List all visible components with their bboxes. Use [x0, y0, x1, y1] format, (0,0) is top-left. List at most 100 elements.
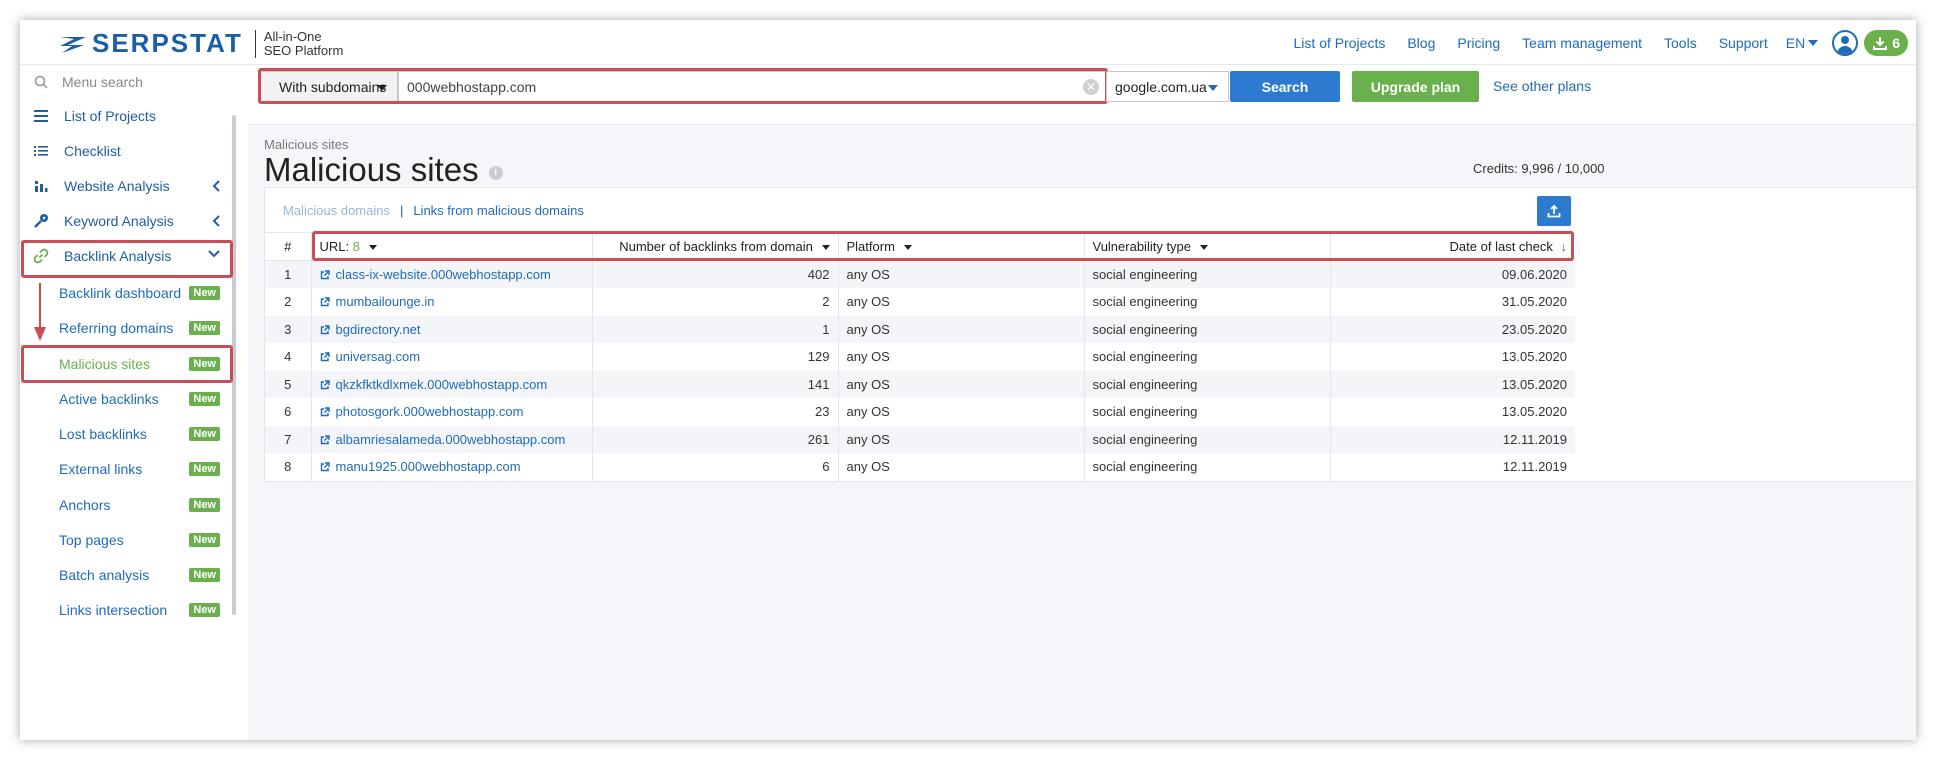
credits-counter: Credits: 9,996 / 10,000 [1473, 161, 1605, 176]
database-select[interactable]: google.com.ua [1106, 71, 1229, 102]
nav-team-management[interactable]: Team management [1522, 35, 1642, 51]
row-vulnerability: social engineering [1083, 288, 1330, 316]
search-icon [34, 75, 48, 89]
row-url-text: universag.com [335, 349, 421, 365]
downloads-count: 6 [1892, 35, 1900, 51]
table-row: 2 mumbailounge.in 2 any OS social engineerin… [265, 288, 1575, 316]
row-index: 6 [284, 404, 292, 420]
annotation-arrow-icon [34, 283, 46, 341]
row-url-text: mumbailounge.in [335, 294, 435, 310]
sidebar-item-list-of-projects[interactable]: List of Projects [20, 98, 232, 134]
row-index: 3 [284, 321, 292, 337]
row-date: 13.05.2020 [1329, 343, 1575, 371]
row-date: 31.05.2020 [1329, 288, 1575, 316]
sidebar-item-checklist[interactable]: Checklist [20, 133, 232, 169]
row-platform: any OS [837, 343, 1084, 371]
row-date: 12.11.2019 [1329, 453, 1575, 481]
sidebar-sub-top-pages[interactable]: Top pages New [20, 523, 232, 557]
tab-separator: | [399, 203, 404, 218]
row-index: 1 [284, 267, 292, 282]
row-url-link[interactable]: manu1925.000webhostapp.com [310, 453, 592, 481]
sidebar-sub-external-links[interactable]: External links New [20, 452, 232, 486]
sidebar-sub-anchors[interactable]: Anchors New [20, 488, 232, 522]
sidebar: Menu search List of Projects Checklist W… [20, 65, 238, 740]
see-other-plans-link[interactable]: See other plans [1493, 78, 1591, 94]
row-url-link[interactable]: albamriesalameda.000webhostapp.com [310, 425, 592, 453]
row-platform: any OS [837, 288, 1084, 316]
sidebar-sub-batch-analysis[interactable]: Batch analysis New [20, 558, 232, 592]
row-platform: any OS [837, 315, 1084, 343]
row-index: 2 [284, 294, 292, 310]
row-vulnerability: social engineering [1083, 260, 1330, 288]
nav-blog[interactable]: Blog [1407, 35, 1435, 51]
logo-divider [254, 29, 256, 58]
row-date: 09.06.2020 [1329, 260, 1575, 288]
sub-item-label: Referring domains [59, 320, 174, 336]
downloads-button[interactable]: 6 [1864, 30, 1908, 56]
sidebar-sub-links-intersection[interactable]: Links intersection New [20, 593, 232, 627]
row-url-link[interactable]: universag.com [310, 343, 592, 371]
external-link-icon [320, 435, 330, 444]
sidebar-sub-active-backlinks[interactable]: Active backlinks New [20, 382, 232, 416]
bar-chart-icon [32, 177, 50, 195]
sidebar-item-website-analysis[interactable]: Website Analysis [20, 168, 232, 204]
row-platform: any OS [837, 260, 1084, 288]
row-index: 4 [284, 349, 292, 365]
new-badge: New [189, 427, 220, 441]
sidebar-sub-referring-domains[interactable]: Referring domains New [20, 311, 232, 345]
chevron-down-icon [1808, 40, 1819, 46]
main-content: With subdomains 000webhostapp.com ✕ goog… [248, 65, 1916, 740]
info-icon[interactable]: i [488, 166, 503, 180]
table-row: 1 class-ix-website.000webhostapp.com 402 an… [265, 260, 1575, 288]
tab-links-from-malicious-domains[interactable]: Links from malicious domains [413, 203, 584, 218]
col-index: # [265, 232, 311, 261]
row-backlinks: 141 [591, 370, 838, 398]
sidebar-sub-lost-backlinks[interactable]: Lost backlinks New [20, 417, 232, 451]
search-button[interactable]: Search [1230, 71, 1340, 102]
malicious-links-table: # URL: 8 Number of backlinks from domain… [265, 232, 1575, 481]
row-vulnerability: social engineering [1083, 315, 1330, 343]
chevron-left-icon [212, 180, 220, 192]
sub-item-label: Batch analysis [59, 567, 150, 583]
upload-icon [1547, 204, 1561, 218]
chevron-down-icon [1208, 85, 1218, 91]
upgrade-plan-button[interactable]: Upgrade plan [1352, 71, 1479, 102]
export-button[interactable] [1537, 196, 1571, 226]
table-row: 3 bgdirectory.net 1 any OS social engineerin… [265, 315, 1575, 343]
sidebar-sub-backlink-dashboard[interactable]: Backlink dashboard New [20, 276, 232, 310]
row-url-link[interactable]: mumbailounge.in [310, 288, 592, 316]
top-header: SERPSTAT All-in-One SEO Platform List of… [20, 20, 1916, 65]
external-link-icon [320, 325, 330, 334]
table-row: 6 photosgork.000webhostapp.com 23 any OS soc… [265, 398, 1575, 426]
user-avatar-icon[interactable] [1832, 30, 1859, 56]
row-url-link[interactable]: photosgork.000webhostapp.com [310, 398, 592, 426]
table-row: 4 universag.com 129 any OS social engineerin… [265, 343, 1575, 371]
serpstat-logo[interactable]: SERPSTAT All-in-One SEO Platform [58, 28, 343, 59]
nav-tools[interactable]: Tools [1664, 35, 1697, 51]
row-url-link[interactable]: class-ix-website.000webhostapp.com [310, 260, 592, 288]
language-selector[interactable]: EN [1786, 35, 1819, 51]
row-vulnerability: social engineering [1083, 425, 1330, 453]
new-badge: New [189, 498, 220, 512]
tab-malicious-domains[interactable]: Malicious domains [283, 203, 390, 218]
page-title: Malicious sites i [264, 151, 503, 189]
row-url-link[interactable]: qkzkfktkdlxmek.000webhostapp.com [310, 370, 592, 398]
search-bar: With subdomains 000webhostapp.com ✕ goog… [248, 65, 1916, 125]
external-link-icon [320, 297, 330, 307]
sidebar-item-keyword-analysis[interactable]: Keyword Analysis [20, 203, 232, 239]
sidebar-item-label: Checklist [64, 143, 121, 159]
report-tabs: Malicious domains | Links from malicious… [283, 203, 584, 218]
breadcrumb[interactable]: Malicious sites [264, 137, 349, 152]
new-badge: New [189, 286, 220, 300]
nav-support[interactable]: Support [1719, 35, 1768, 51]
row-url-link[interactable]: bgdirectory.net [310, 315, 592, 343]
external-link-icon [320, 270, 330, 280]
row-vulnerability: social engineering [1083, 343, 1330, 371]
row-platform: any OS [837, 425, 1084, 453]
row-backlinks: 1 [591, 315, 838, 343]
menu-search[interactable]: Menu search [20, 65, 238, 99]
new-badge: New [189, 603, 220, 617]
nav-pricing[interactable]: Pricing [1457, 35, 1500, 51]
nav-list-of-projects[interactable]: List of Projects [1294, 35, 1386, 51]
row-date: 13.05.2020 [1329, 370, 1575, 398]
